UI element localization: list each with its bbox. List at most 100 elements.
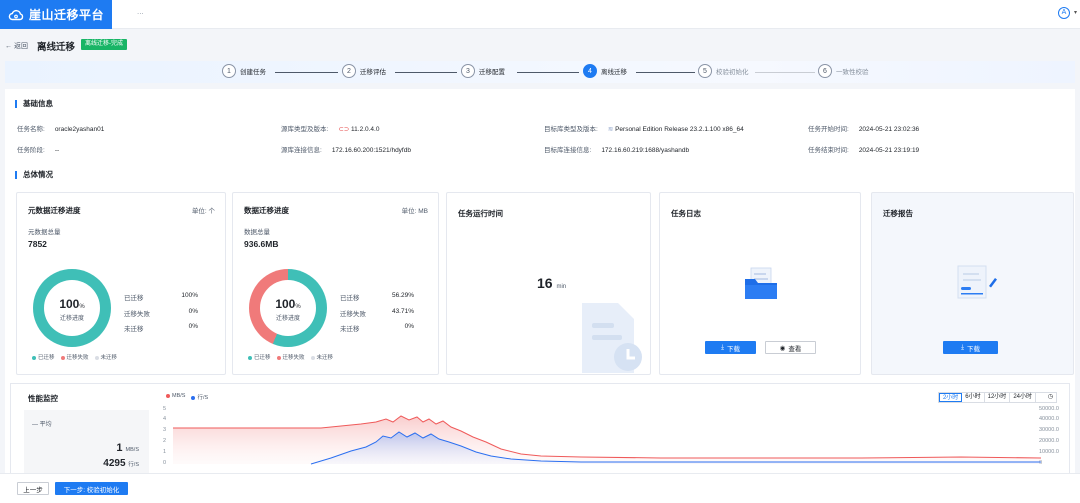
range-2h[interactable]: 2小时 xyxy=(938,393,963,402)
steps-bar: 1 创建任务 2 迁移评估 3 迁移配置 4 离线迁移 5 校验初始化 6 一致… xyxy=(5,61,1075,83)
card-unit: 单位: 个 xyxy=(191,208,215,215)
stat-key: 迁移失败 xyxy=(340,311,366,318)
chevron-down-icon[interactable]: ▾ xyxy=(1074,9,1077,16)
y2-tick: 10000.0 xyxy=(1039,449,1059,455)
average-label: — 平均 xyxy=(32,422,52,428)
info-source-type: 源库类型及版本: ⊂⊃ 11.2.0.4.0 xyxy=(281,123,379,133)
section-basic-title: 基础信息 xyxy=(15,100,53,108)
step-6[interactable]: 6 一致性校验 xyxy=(818,64,869,78)
legend-label: 未迁移 xyxy=(316,355,334,361)
card-title: 迁移报告 xyxy=(883,209,913,218)
info-task-stage: 任务阶段: -- xyxy=(17,144,59,154)
card-title: 元数据迁移进度 xyxy=(28,206,81,215)
y-tick: 3 xyxy=(163,427,166,433)
average-rows-value: 4295 xyxy=(103,458,126,469)
step-number: 6 xyxy=(818,64,832,78)
app-name: 崖山迁移平台 xyxy=(29,8,105,22)
donut-center: 100% 迁移进度 xyxy=(44,280,100,336)
log-download-button[interactable]: ⤓ 下载 xyxy=(705,341,756,354)
button-label: 下载 xyxy=(726,345,740,353)
info-value: 172.16.60.200:1521/hdyfdb xyxy=(331,147,411,154)
donut-caption: 迁移进度 xyxy=(59,316,84,322)
average-mbs-unit: MB/S xyxy=(125,447,139,453)
y2-tick: 40000.0 xyxy=(1039,416,1059,422)
stat-pending: 未迁移 0% xyxy=(124,323,198,333)
step-4[interactable]: 4 离线迁移 xyxy=(583,64,627,78)
info-value-text: Personal Edition Release 23.2.1.100 x86_… xyxy=(615,126,744,133)
stat-value: 56.29% xyxy=(391,292,414,299)
eye-icon: ◉ xyxy=(779,344,786,352)
prev-step-button[interactable]: 上一步 xyxy=(17,482,49,495)
y-tick: 4 xyxy=(163,416,166,422)
report-download-button[interactable]: ⤓ 下载 xyxy=(943,341,998,354)
legend-label: 迁移失败 xyxy=(66,355,89,361)
info-value: ≋ Personal Edition Release 23.2.1.100 x8… xyxy=(608,126,744,133)
info-key: 任务阶段: xyxy=(17,147,45,154)
info-source-conn: 源库连接信息: 172.16.60.200:1521/hdyfdb xyxy=(281,144,411,154)
info-target-conn: 目标库连接信息: 172.16.60.219:1688/yashandb xyxy=(544,144,689,154)
nav-more[interactable]: ... xyxy=(137,7,144,16)
clock-icon[interactable]: ◷ xyxy=(1036,393,1056,402)
donut-legend: 已迁移 迁移失败 未迁移 xyxy=(248,353,333,361)
card-subtitle: 元数据总量 xyxy=(28,229,61,236)
average-mbs-value: 1 xyxy=(116,442,123,454)
legend-label: 迁移失败 xyxy=(282,355,305,361)
stat-value: 0% xyxy=(404,323,414,330)
time-range-selector[interactable]: 2小时 6小时 12小时 24小时 ◷ xyxy=(937,392,1057,403)
step-2[interactable]: 2 迁移评估 xyxy=(342,64,386,78)
mbs-area xyxy=(173,416,1041,464)
step-label: 离线迁移 xyxy=(601,69,627,76)
footer-bar: 上一步 下一步: 校验初始化 xyxy=(0,473,1080,503)
button-label: 查看 xyxy=(788,345,802,353)
migration-report-card: 迁移报告 ⤓ 下载 xyxy=(871,192,1074,375)
status-badge: 离线迁移-完成 xyxy=(81,39,127,50)
info-key: 目标库连接信息: xyxy=(544,147,592,154)
step-5[interactable]: 5 校验初始化 xyxy=(698,64,749,78)
stat-failed: 迁移失败 43.71% xyxy=(340,308,414,318)
card-subtitle: 数据总量 xyxy=(244,229,270,236)
average-box: — 平均 1 MB/S 4295 行/S xyxy=(24,410,149,474)
stat-migrated: 已迁移 100% xyxy=(124,292,198,302)
legend-migrated: 已迁移 xyxy=(32,353,55,361)
donut-legend: 已迁移 迁移失败 未迁移 xyxy=(32,353,117,361)
info-value: 2024-05-21 23:02:36 xyxy=(858,126,920,133)
y-tick: 5 xyxy=(163,406,166,412)
back-label: 返回 xyxy=(14,43,28,50)
user-avatar-icon[interactable]: A xyxy=(1058,7,1070,19)
step-3[interactable]: 3 迁移配置 xyxy=(461,64,505,78)
legend-label: 行/S xyxy=(197,395,209,401)
runtime-value: 16 min xyxy=(537,275,566,291)
runtime-card: 任务运行时间 16 min xyxy=(446,192,651,375)
average-rows: 4295 行/S xyxy=(103,458,139,469)
log-view-button[interactable]: ◉ 查看 xyxy=(765,341,816,354)
legend-failed: 迁移失败 xyxy=(60,353,89,361)
range-24h[interactable]: 24小时 xyxy=(1010,393,1036,402)
step-label: 校验初始化 xyxy=(716,69,749,76)
stat-migrated: 已迁移 56.29% xyxy=(340,292,414,302)
range-12h[interactable]: 12小时 xyxy=(985,393,1011,402)
brand[interactable]: 崖山迁移平台 xyxy=(0,0,112,29)
legend-rows: 行/S xyxy=(191,393,208,401)
info-task-name: 任务名称: oracle2yashan01 xyxy=(17,123,104,133)
report-pen-icon xyxy=(957,265,997,299)
next-step-button[interactable]: 下一步: 校验初始化 xyxy=(55,482,128,495)
donut-percent: 100% xyxy=(44,297,100,311)
page-header: ← 返回 离线迁移 离线迁移-完成 xyxy=(0,29,1080,61)
performance-chart: 5 4 3 2 1 0 50000.0 40000.0 30000.0 2000… xyxy=(163,406,1059,466)
back-button[interactable]: ← 返回 xyxy=(5,41,28,51)
range-6h[interactable]: 6小时 xyxy=(962,393,985,402)
info-target-type: 目标库类型及版本: ≋ Personal Edition Release 23.2… xyxy=(544,123,744,133)
stat-value: 100% xyxy=(181,292,198,299)
legend-label: 已迁移 xyxy=(254,355,271,361)
runtime-unit: min xyxy=(556,284,567,290)
step-label: 创建任务 xyxy=(240,69,266,76)
info-key: 目标库类型及版本: xyxy=(544,126,598,133)
info-value: 172.16.60.219:1688/yashandb xyxy=(601,147,690,154)
y2-tick: 30000.0 xyxy=(1039,427,1059,433)
download-icon: ⤓ xyxy=(721,343,724,351)
info-key: 任务名称: xyxy=(17,126,45,133)
folder-icon xyxy=(745,267,777,299)
step-1[interactable]: 1 创建任务 xyxy=(222,64,266,78)
data-progress-card: 数据迁移进度 单位: MB 数据总量 936.6MB 100% 迁移进度 已迁移… xyxy=(232,192,439,375)
stat-key: 已迁移 xyxy=(124,295,144,302)
